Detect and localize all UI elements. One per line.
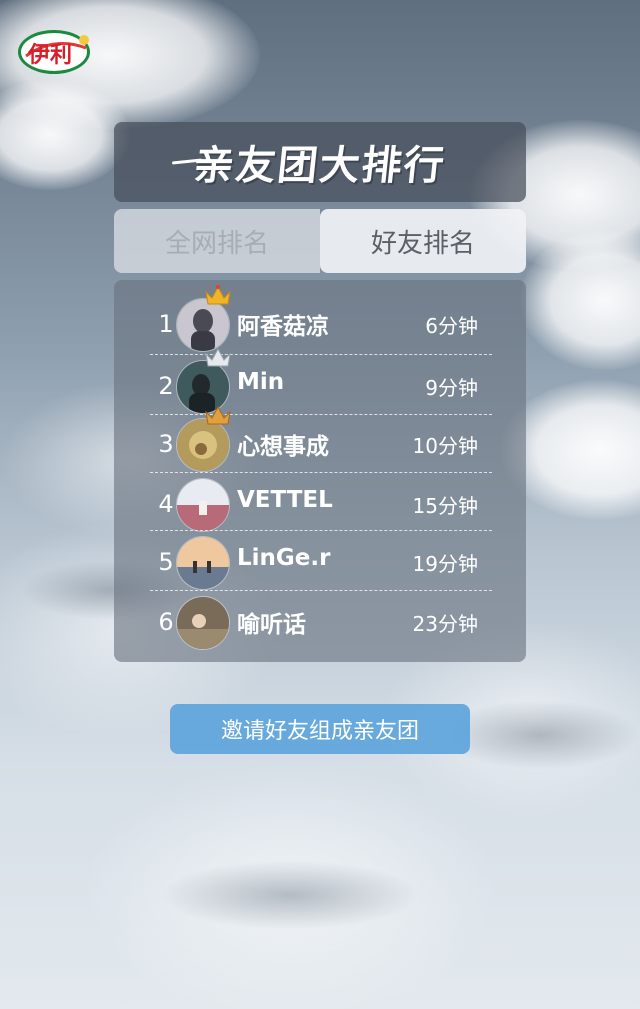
ranking-list: 1 阿香菇凉 6分钟 2 Min 9分钟 3 心想事成 10分钟 4 VETTE…: [114, 280, 526, 662]
list-item[interactable]: 4 VETTEL 15分钟: [150, 474, 492, 532]
avatar: [176, 536, 230, 590]
user-time: 19分钟: [412, 552, 478, 576]
ranking-tabs: 全网排名 好友排名: [114, 209, 526, 273]
avatar: [176, 298, 230, 352]
divider: [150, 354, 492, 355]
invite-friends-button[interactable]: 邀请好友组成亲友团: [170, 704, 470, 754]
rank-number: 2: [158, 372, 174, 400]
divider: [150, 472, 492, 473]
rank-number: 1: [158, 310, 174, 338]
avatar: [176, 478, 230, 532]
svg-text:伊利: 伊利: [27, 42, 72, 68]
bronze-crown-icon: [205, 405, 231, 425]
list-item[interactable]: 3 心想事成 10分钟: [150, 405, 492, 472]
list-item[interactable]: 2 Min 9分钟: [150, 347, 492, 414]
tab-global-ranking[interactable]: 全网排名: [114, 209, 320, 273]
avatar: [176, 596, 230, 650]
silver-crown-icon: [205, 347, 231, 367]
user-name: 喻听话: [237, 612, 306, 638]
user-time: 6分钟: [425, 314, 478, 338]
list-item[interactable]: 1 阿香菇凉 6分钟: [150, 285, 492, 352]
user-name: 心想事成: [237, 434, 329, 460]
list-item[interactable]: 6 喻听话 23分钟: [150, 592, 492, 650]
user-name: LinGe.r: [237, 545, 331, 571]
divider: [150, 590, 492, 591]
user-name: 阿香菇凉: [237, 314, 329, 340]
user-name: Min: [237, 369, 285, 395]
user-time: 9分钟: [425, 376, 478, 400]
rank-number: 6: [158, 608, 174, 636]
user-name: VETTEL: [237, 487, 333, 513]
list-item[interactable]: 5 LinGe.r 19分钟: [150, 532, 492, 590]
rank-number: 5: [158, 548, 174, 576]
yili-logo: 伊利: [16, 26, 98, 78]
page-title: 亲友团大排行: [191, 142, 449, 189]
user-time: 23分钟: [412, 612, 478, 636]
divider: [150, 530, 492, 531]
user-time: 15分钟: [412, 494, 478, 518]
tab-friend-ranking[interactable]: 好友排名: [320, 209, 526, 273]
gold-crown-icon: [205, 285, 231, 305]
rank-number: 4: [158, 490, 174, 518]
avatar: [176, 418, 230, 472]
user-time: 10分钟: [412, 434, 478, 458]
rank-number: 3: [158, 430, 174, 458]
